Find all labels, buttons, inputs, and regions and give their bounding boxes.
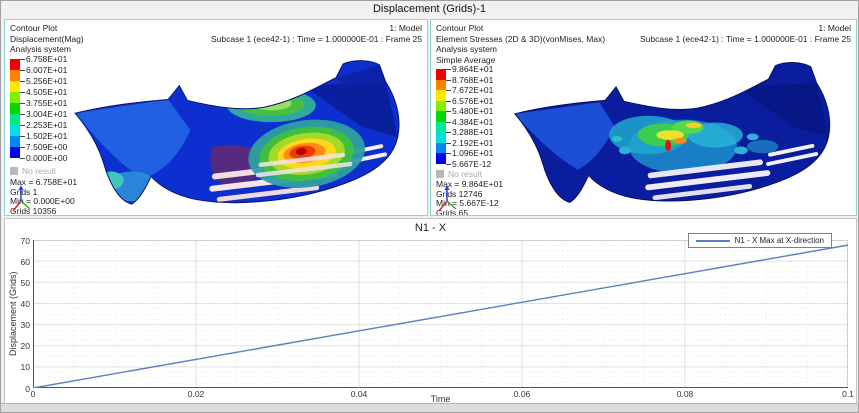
y-tick-label: 40: [7, 299, 30, 309]
y-tick-label: 10: [7, 362, 30, 372]
window-bottom-strip: [1, 403, 858, 412]
no-result-swatch-icon: [10, 167, 18, 175]
page-title: Displacement (Grids)-1: [1, 1, 858, 18]
contour-viewport-displacement[interactable]: Contour Plot Displacement(Mag) Analysis …: [4, 19, 428, 216]
x-tick-label: 0.1: [842, 389, 854, 399]
x-tick-label: 0: [31, 389, 36, 399]
chart-canvas: [33, 240, 848, 388]
legend-result-type: Displacement(Mag): [10, 34, 84, 45]
no-result-swatch-icon: [436, 170, 444, 178]
legend-title: Contour Plot: [436, 23, 605, 34]
x-tick-label: 0.06: [514, 389, 531, 399]
plot-area[interactable]: [33, 240, 848, 388]
y-tick-label: 20: [7, 341, 30, 351]
coordinate-triad-icon: [437, 185, 459, 213]
legend-title: Contour Plot: [10, 23, 84, 34]
contour-colorbar: 6.758E+016.007E+015.256E+014.505E+013.75…: [10, 59, 20, 158]
x-tick-label: 0.02: [188, 389, 205, 399]
contour-legend-header: Contour Plot Element Stresses (2D & 3D)(…: [436, 23, 605, 65]
subcase-info: 1: Model Subcase 1 (ece42-1) : Time = 1.…: [640, 23, 851, 44]
legend-system: Analysis system: [436, 44, 605, 55]
xy-plot-window: N1 - X Displacement (Grids) N1 - X Max a…: [4, 218, 857, 404]
no-result-row: No result: [10, 166, 56, 176]
no-result-label: No result: [22, 166, 56, 176]
bumper-model-stress: [501, 58, 855, 212]
y-tick-label: 60: [7, 257, 30, 267]
legend-system: Analysis system: [10, 44, 84, 55]
no-result-row: No result: [436, 169, 482, 179]
model-name: 1: Model: [211, 23, 422, 34]
contour-colorbar: 9.864E+018.768E+017.672E+016.576E+015.48…: [436, 69, 446, 164]
y-tick-label: 50: [7, 278, 30, 288]
subcase-frame-info: Subcase 1 (ece42-1) : Time = 1.000000E-0…: [640, 34, 851, 45]
model-name: 1: Model: [640, 23, 851, 34]
legend-result-type: Element Stresses (2D & 3D)(vonMises, Max…: [436, 34, 605, 45]
y-tick-label: 30: [7, 320, 30, 330]
y-tick-label: 0: [7, 384, 30, 394]
x-tick-label: 0.04: [351, 389, 368, 399]
series-label: N1 - X Max at X-direction: [735, 236, 824, 245]
contour-legend-header: Contour Plot Displacement(Mag) Analysis …: [10, 23, 84, 55]
contour-viewport-stress[interactable]: Contour Plot Element Stresses (2D & 3D)(…: [430, 19, 857, 216]
series-line-sample-icon: [696, 240, 730, 242]
x-tick-label: 0.08: [677, 389, 694, 399]
colorbar: [436, 69, 446, 164]
subcase-frame-info: Subcase 1 (ece42-1) : Time = 1.000000E-0…: [211, 34, 422, 45]
coordinate-triad-icon: [11, 185, 33, 213]
app-window: Displacement (Grids)-1 Contour Plot Disp…: [0, 0, 859, 413]
no-result-label: No result: [448, 169, 482, 179]
colorbar: [10, 59, 20, 158]
subcase-info: 1: Model Subcase 1 (ece42-1) : Time = 1.…: [211, 23, 422, 44]
chart-legend: N1 - X Max at X-direction: [688, 233, 832, 248]
y-tick-label: 70: [7, 236, 30, 246]
bumper-model-displacement: [61, 56, 425, 214]
